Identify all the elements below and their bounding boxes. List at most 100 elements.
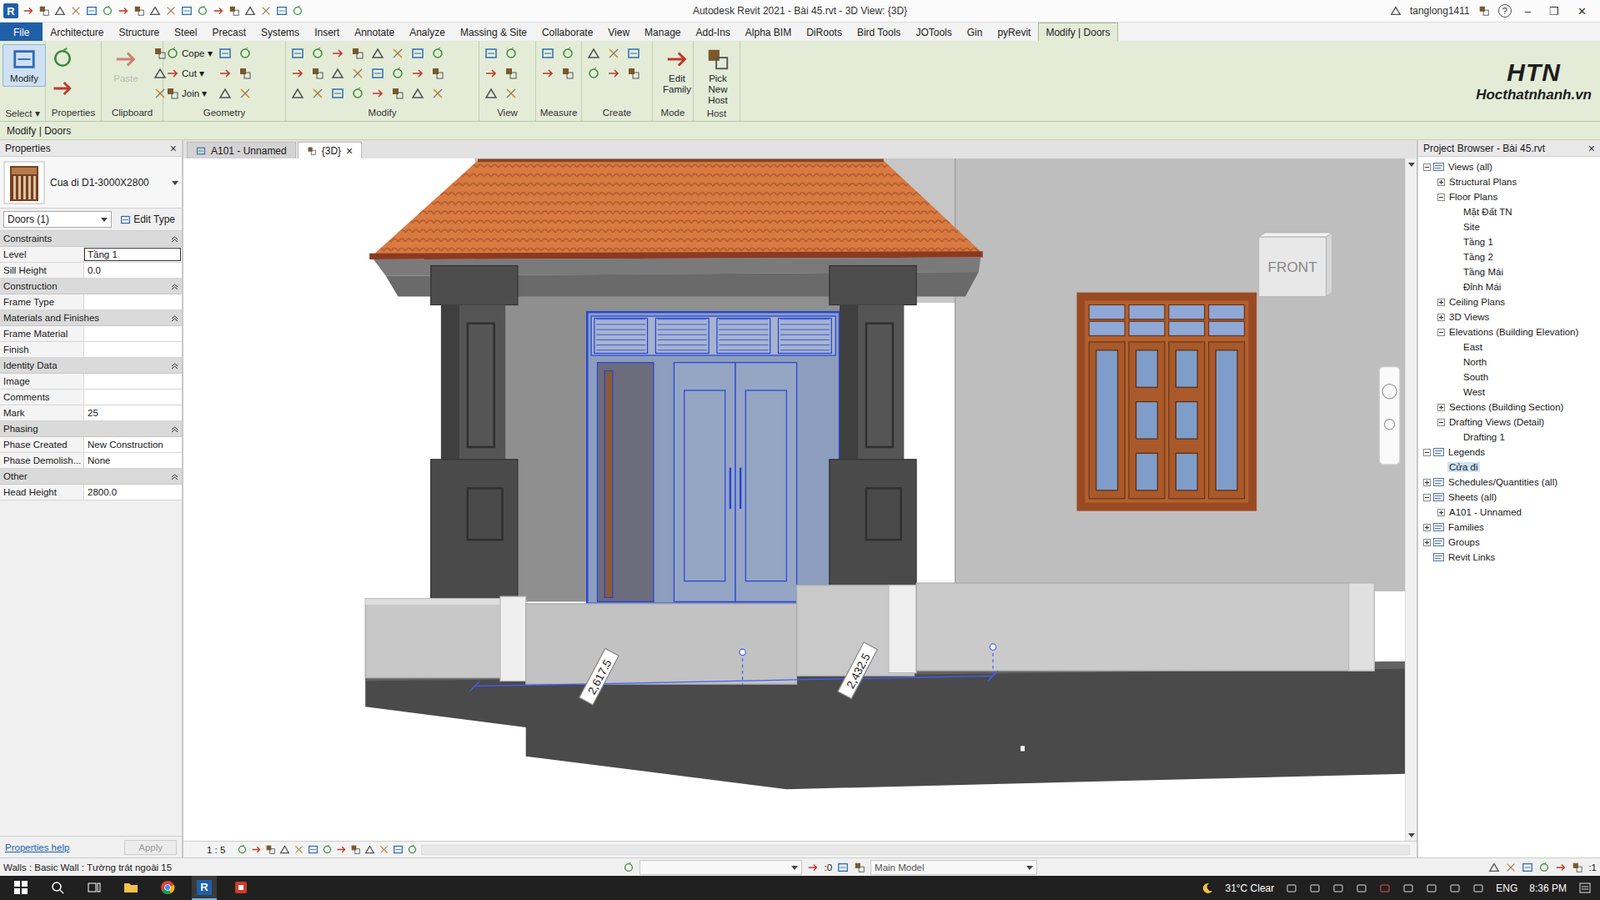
view-control-button[interactable] bbox=[364, 843, 376, 855]
ribbon-tab[interactable]: Insert bbox=[306, 22, 347, 41]
ribbon-tool-button[interactable] bbox=[501, 44, 521, 63]
browser-item-label[interactable]: West bbox=[1461, 386, 1487, 397]
property-value[interactable]: 0.0 bbox=[83, 262, 182, 278]
browser-item[interactable]: Families bbox=[1418, 519, 1600, 535]
tray-icon[interactable] bbox=[1332, 882, 1345, 894]
browser-item-label[interactable]: Groups bbox=[1446, 536, 1482, 547]
ribbon-tab[interactable]: Systems bbox=[253, 22, 307, 41]
quick-access-button[interactable] bbox=[291, 5, 304, 17]
browser-item-label[interactable]: Sections (Building Section) bbox=[1447, 401, 1565, 412]
app-logo[interactable]: R bbox=[3, 3, 19, 19]
ribbon-tab[interactable]: Add-Ins bbox=[687, 22, 738, 41]
browser-item-label[interactable]: Drafting Views (Detail) bbox=[1447, 416, 1546, 427]
3d-view-canvas[interactable]: FRONT2,617.52,432.5 bbox=[183, 158, 1405, 841]
tray-icon[interactable] bbox=[1355, 882, 1368, 894]
quick-access-button[interactable] bbox=[54, 5, 66, 17]
browser-item-label[interactable]: Mặt Đất TN bbox=[1461, 206, 1515, 217]
property-group[interactable]: Other bbox=[0, 468, 182, 485]
weather-text[interactable]: 31°C Clear bbox=[1224, 882, 1274, 894]
ribbon-tool-button[interactable] bbox=[408, 44, 427, 63]
browser-item-label[interactable]: Đỉnh Mái bbox=[1461, 281, 1503, 292]
ribbon-tool-button[interactable] bbox=[348, 64, 367, 83]
browser-item-label[interactable]: Elevations (Building Elevation) bbox=[1447, 326, 1580, 337]
ribbon-tool-button[interactable] bbox=[150, 44, 170, 63]
view-control-button[interactable] bbox=[265, 843, 276, 855]
property-value[interactable] bbox=[83, 294, 182, 310]
browser-item[interactable]: Drafting 1 bbox=[1418, 429, 1600, 445]
ribbon-tool-button[interactable] bbox=[408, 64, 427, 83]
ribbon-tab[interactable]: Precast bbox=[204, 22, 254, 41]
browser-item-label[interactable]: Views (all) bbox=[1446, 161, 1495, 172]
ribbon-tab[interactable]: View bbox=[600, 22, 637, 41]
ribbon-large-button[interactable]: Paste bbox=[104, 44, 148, 87]
ribbon-tool-button[interactable] bbox=[308, 84, 327, 103]
browser-item[interactable]: Views (all) bbox=[1418, 159, 1600, 175]
ribbon-tab[interactable]: Gin bbox=[959, 22, 991, 41]
browser-item[interactable]: Tầng 2 bbox=[1418, 249, 1600, 265]
ribbon-tab[interactable]: Analyze bbox=[401, 22, 453, 41]
vertical-scrollbar[interactable] bbox=[1404, 158, 1417, 841]
browser-item-label[interactable]: Schedules/Quantities (all) bbox=[1446, 476, 1560, 487]
ribbon-tool-button[interactable] bbox=[501, 84, 521, 103]
browser-item[interactable]: Schedules/Quantities (all) bbox=[1418, 474, 1600, 490]
browser-item[interactable]: Drafting Views (Detail) bbox=[1418, 414, 1600, 430]
close-button[interactable]: × bbox=[1588, 141, 1595, 156]
ribbon-tool-button[interactable] bbox=[604, 44, 623, 63]
revit-app[interactable]: R bbox=[191, 875, 217, 900]
ribbon-tool-button[interactable] bbox=[215, 84, 235, 103]
view-scale[interactable]: 1 : 5 bbox=[190, 844, 234, 855]
ribbon-small-button[interactable]: Cut ▾ bbox=[165, 64, 213, 83]
explorer-app[interactable] bbox=[118, 875, 144, 900]
browser-item-label[interactable]: A101 - Unnamed bbox=[1447, 506, 1524, 517]
property-group[interactable]: Phasing bbox=[0, 421, 182, 437]
close-tab-button[interactable]: × bbox=[346, 144, 353, 158]
browser-item-label[interactable]: Tầng 1 bbox=[1461, 236, 1495, 247]
browser-item[interactable]: Tầng Mái bbox=[1418, 264, 1600, 280]
expand-icon[interactable] bbox=[1423, 523, 1431, 532]
ribbon-tool-button[interactable] bbox=[348, 84, 367, 103]
browser-item-label[interactable]: Floor Plans bbox=[1447, 191, 1500, 202]
browser-item[interactable]: Legends bbox=[1418, 444, 1600, 460]
view-control-button[interactable] bbox=[236, 843, 248, 855]
browser-item-label[interactable]: Families bbox=[1446, 521, 1486, 532]
ribbon-tab[interactable]: Massing & Site bbox=[452, 22, 535, 41]
expand-icon[interactable] bbox=[1423, 478, 1431, 487]
ribbon-tool-button[interactable] bbox=[328, 44, 347, 63]
quick-access-button[interactable] bbox=[22, 5, 35, 17]
browser-item[interactable]: Structural Plans bbox=[1418, 174, 1600, 190]
viewcube-face-label[interactable]: FRONT bbox=[1268, 258, 1319, 276]
ribbon-tool-button[interactable] bbox=[428, 64, 447, 83]
browser-item-label[interactable]: Site bbox=[1461, 221, 1482, 232]
quick-access-button[interactable] bbox=[101, 5, 114, 17]
quick-access-button[interactable] bbox=[212, 5, 225, 17]
quick-access-button[interactable] bbox=[275, 5, 288, 17]
notifications-icon[interactable] bbox=[1578, 881, 1592, 895]
workset-dropdown[interactable] bbox=[639, 859, 803, 875]
property-group[interactable]: Construction bbox=[0, 278, 182, 295]
browser-item[interactable]: Sheets (all) bbox=[1418, 489, 1600, 505]
recorder-app[interactable] bbox=[228, 875, 254, 900]
horizontal-scrollbar[interactable] bbox=[421, 844, 1410, 855]
input-language[interactable]: ENG bbox=[1495, 882, 1518, 894]
ribbon-tool-button[interactable] bbox=[624, 44, 643, 63]
browser-item[interactable]: Tầng 1 bbox=[1418, 234, 1600, 250]
property-value[interactable] bbox=[83, 341, 182, 357]
ribbon-tab[interactable]: Bird Tools bbox=[849, 22, 908, 41]
browser-item[interactable]: Elevations (Building Elevation) bbox=[1418, 324, 1600, 340]
start-button[interactable] bbox=[8, 875, 34, 900]
ribbon-tool-button[interactable] bbox=[604, 64, 623, 83]
ribbon-tool-button[interactable] bbox=[538, 44, 557, 63]
ribbon-tool-button[interactable] bbox=[501, 64, 521, 83]
ribbon-tab[interactable]: Structure bbox=[110, 22, 167, 41]
ribbon-tool-button[interactable] bbox=[368, 44, 387, 63]
ribbon-tool-button[interactable] bbox=[538, 64, 557, 83]
door[interactable] bbox=[586, 311, 840, 604]
quick-access-button[interactable] bbox=[38, 5, 51, 17]
view-control-button[interactable] bbox=[279, 843, 291, 855]
ribbon-tool-button[interactable] bbox=[348, 44, 367, 63]
browser-item[interactable]: Revit Links bbox=[1418, 549, 1600, 565]
ribbon-tab[interactable]: Annotate bbox=[346, 22, 402, 41]
ribbon-tool-button[interactable] bbox=[308, 64, 327, 83]
view-control-button[interactable] bbox=[406, 843, 418, 855]
tray-icon[interactable] bbox=[1402, 882, 1415, 894]
